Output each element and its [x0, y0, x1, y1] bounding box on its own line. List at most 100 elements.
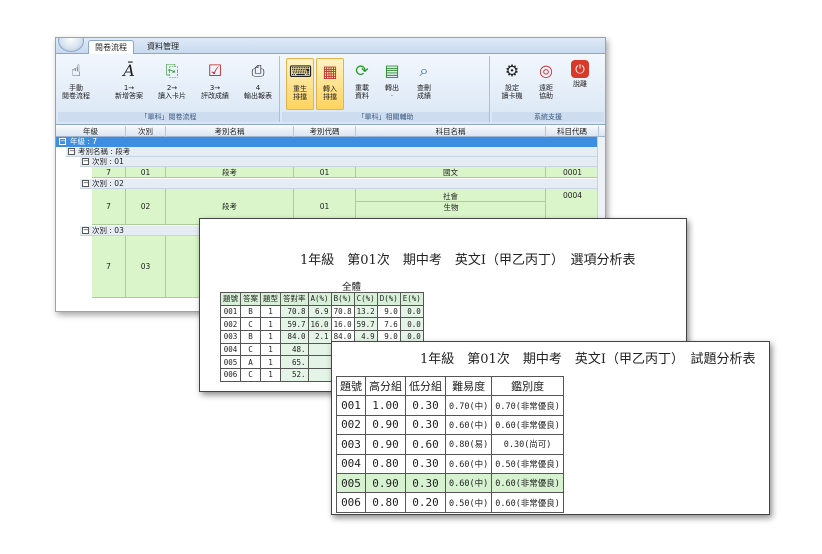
button-label: 遠距 協助 [539, 84, 553, 100]
col-exam-code[interactable]: 考別代碼 [294, 126, 356, 137]
table-cell: 0.30 [405, 395, 446, 416]
col-exam-name[interactable]: 考別名稱 [166, 126, 294, 137]
collapse-toggle[interactable]: − [68, 148, 75, 155]
button-label: 查刪 成績 [417, 84, 431, 100]
item-analysis-report: 1年級 第01次 期中考 英文I（甲乙丙丁） 試題分析表 題號 高分組 低分組 難易度… [331, 341, 770, 515]
table-cell: C [240, 317, 261, 332]
table-cell: 001 [220, 304, 241, 319]
table-cell: 0.90 [365, 414, 406, 436]
table-cell: 1 [260, 330, 281, 344]
table-cell: 0.0 [399, 304, 424, 319]
table-row: 003 0.90 0.60 0.80(易) 0.30(尚可) [336, 434, 564, 455]
col-subject-name[interactable]: 科目名稱 [356, 126, 546, 137]
cell-exam-code: 01 [294, 167, 356, 177]
table-cell: 0.0 [399, 317, 424, 332]
table-cell: 006 [336, 492, 366, 513]
table-cell: 0.70(中) [444, 395, 493, 416]
tab-grading-flow[interactable]: 閱卷流程 [88, 40, 134, 54]
column-header: 難易度 [444, 375, 493, 397]
group-single-subject-aux: ⌨ 重生 排擋 ▦ 轉入 排擋 ⟳ 重載 資料 ▤ 轉出 · ⌕ 查刪 成績 「單科」相關… [282, 56, 490, 122]
table-cell: 0.60(中) [444, 453, 493, 474]
table-cell: 1 [260, 304, 281, 319]
export-icon: ▤ [384, 61, 400, 80]
group-label: 年級 : 7 [70, 137, 98, 146]
grade-button[interactable]: ☑ 3→ 評改成績 [201, 58, 229, 110]
table-cell: 004 [336, 453, 366, 474]
output-report-button[interactable]: ⎙ 4 輸出報表 [244, 58, 272, 110]
column-header: 題型 [260, 292, 281, 306]
ribbon: ☝ 手動 閱卷流程 Ā 1→ 新增答案 ⎘ 2→ 讀入卡片 ☑ 3→ 評改成績 ⎙ 4 輸… [56, 54, 605, 125]
table-cell: 0.60(非常優良) [491, 414, 564, 436]
table-cell: 13.2 [353, 304, 378, 319]
cell-subject-name: 國文 [356, 167, 546, 177]
table-row: 006 0.80 0.20 0.50(中) 0.60(非常優良) [336, 492, 564, 513]
table-cell: 0.80 [365, 492, 406, 513]
card-reader-settings-button[interactable]: ⚙ 設定 讀卡機 [498, 58, 526, 110]
table-cell: B [240, 304, 261, 319]
group-label: 考別名稱 : 段考 [78, 147, 131, 156]
remote-help-button[interactable]: ◎ 遠距 協助 [532, 58, 560, 110]
button-label: 重載 資料 [355, 84, 369, 100]
table-cell: 0.60 [405, 434, 446, 455]
col-grade[interactable]: 年級 [56, 126, 126, 137]
column-header: 高分組 [365, 375, 406, 397]
button-label: 設定 讀卡機 [501, 84, 523, 100]
table-cell: 52. [280, 368, 309, 382]
table-cell: 0.90 [365, 472, 406, 494]
table-cell: 6.9 [307, 304, 332, 319]
column-header: 低分組 [405, 375, 446, 397]
table-cell: 84.0 [280, 330, 309, 344]
cell-grade: 7 [92, 189, 126, 224]
tab-data-management[interactable]: 資料管理 [141, 40, 185, 54]
table-cell: 59.7 [280, 317, 309, 332]
read-cards-button[interactable]: ⎘ 2→ 讀入卡片 [158, 58, 186, 110]
table-cell: 002 [336, 414, 366, 436]
table-row: 002 0.90 0.30 0.60(中) 0.60(非常優良) [336, 414, 564, 436]
col-subject-code[interactable]: 科目代碼 [546, 126, 599, 137]
collapse-toggle[interactable]: − [82, 180, 89, 187]
table-cell: 0.80 [365, 453, 406, 474]
manual-flow-button[interactable]: ☝ 手動 閱卷流程 [62, 58, 90, 110]
table-cell: 1 [260, 368, 281, 382]
group-label: 次別 : 03 [92, 226, 124, 235]
search-delete-button[interactable]: ⌕ 查刪 成績 [410, 58, 438, 110]
cell-exam-name: 段考 [166, 167, 294, 177]
cell-subject-code: 0001 [562, 167, 583, 177]
add-answer-button[interactable]: Ā 1→ 新增答案 [115, 58, 143, 110]
collapse-toggle[interactable]: − [59, 138, 66, 145]
button-label: 重生 排擋 [293, 85, 307, 101]
import-button[interactable]: ▦ 轉入 排擋 [316, 58, 344, 110]
cell-round: 03 [126, 236, 166, 297]
table-cell [307, 342, 332, 357]
group-title: 「單科」相關輔助 [282, 112, 489, 122]
button-label: 轉入 排擋 [323, 85, 337, 101]
exit-button[interactable]: ⏻ 說離 [566, 58, 594, 110]
button-label: 2→ 讀入卡片 [158, 84, 186, 100]
table-row: 002 C 1 59.7 16.0 16.0 59.7 7.6 0.0 [220, 317, 424, 332]
collapse-toggle[interactable]: − [82, 227, 89, 234]
table-cell: 0.60(中) [444, 414, 493, 436]
table-row: 001 1.00 0.30 0.70(中) 0.70(非常優良) [336, 395, 564, 416]
cell-round: 01 [126, 167, 166, 177]
export-button[interactable]: ▤ 轉出 · [378, 58, 406, 110]
table-row[interactable]: 7 01 段考 01 國文 0001 [92, 167, 597, 178]
col-round[interactable]: 次別 [126, 126, 166, 137]
table-cell: 0.30 [405, 453, 446, 474]
table-cell: 0.80(易) [444, 434, 493, 455]
group-row-round-02[interactable]: − 次別 : 02 [80, 179, 597, 189]
column-header: 題號 [336, 375, 366, 397]
button-label: 3→ 評改成績 [201, 84, 229, 100]
button-label: 4 輸出報表 [244, 84, 272, 100]
report-title: 1年級 第01次 期中考 英文I（甲乙丙丁） 試題分析表 [420, 352, 756, 367]
table-cell: 16.0 [330, 317, 355, 332]
button-label: 手動 閱卷流程 [62, 84, 90, 100]
group-row-grade[interactable]: − 年級 : 7 [56, 137, 605, 147]
group-row-exam[interactable]: − 考別名稱 : 段考 [66, 147, 597, 157]
collapse-toggle[interactable]: − [82, 158, 89, 165]
group-row-round-01[interactable]: − 次別 : 01 [80, 157, 597, 167]
regenerate-button[interactable]: ⌨ 重生 排擋 [286, 58, 314, 110]
reload-button[interactable]: ⟳ 重載 資料 [348, 58, 376, 110]
table-cell: 003 [220, 330, 241, 344]
table-cell: A [240, 355, 261, 370]
search-icon: ⌕ [419, 61, 429, 80]
